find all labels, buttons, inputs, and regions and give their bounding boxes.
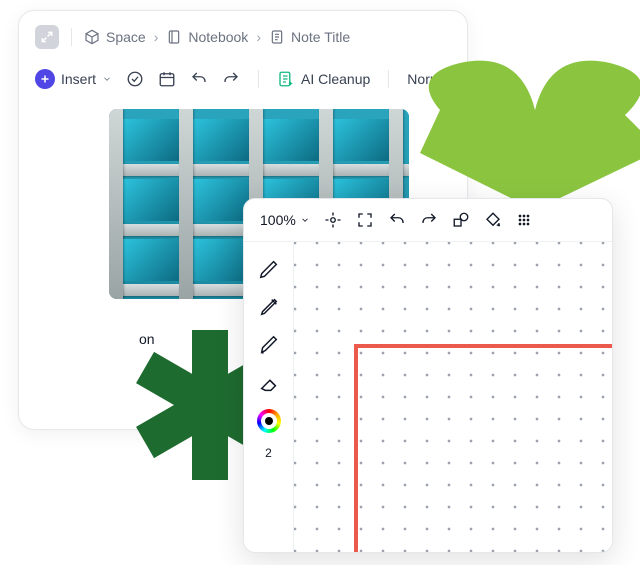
plus-icon <box>35 69 55 89</box>
highlighter-tool[interactable] <box>256 332 282 358</box>
chevron-right-icon: › <box>256 29 261 45</box>
expand-icon[interactable] <box>35 25 59 49</box>
undo-icon[interactable] <box>388 211 406 229</box>
calendar-icon[interactable] <box>158 70 176 88</box>
canvas-body: 2 <box>244 242 612 552</box>
divider <box>71 28 72 46</box>
canvas-window: 100% <box>243 198 613 553</box>
color-picker[interactable] <box>256 408 282 434</box>
undo-icon[interactable] <box>190 70 208 88</box>
pen-tool[interactable] <box>256 256 282 282</box>
center-icon[interactable] <box>324 211 342 229</box>
decorative-leaf-shape <box>400 55 640 215</box>
chevron-down-icon <box>102 74 112 84</box>
stroke-width-indicator[interactable]: 2 <box>265 446 272 460</box>
fill-icon[interactable] <box>484 211 502 229</box>
redo-icon[interactable] <box>420 211 438 229</box>
ai-cleanup-button[interactable]: AI Cleanup <box>277 70 370 88</box>
task-icon[interactable] <box>126 70 144 88</box>
chevron-right-icon: › <box>154 29 159 45</box>
canvas-area[interactable] <box>294 242 612 552</box>
eraser-tool[interactable] <box>256 370 282 396</box>
chevron-down-icon <box>300 215 310 225</box>
breadcrumb-notebook-label: Notebook <box>188 29 248 45</box>
breadcrumb-note[interactable]: Note Title <box>269 29 350 45</box>
breadcrumb-space-label: Space <box>106 29 146 45</box>
insert-button[interactable]: Insert <box>35 69 112 89</box>
canvas-toolbar: 100% <box>244 199 612 242</box>
drawn-rectangle[interactable] <box>354 344 613 553</box>
fullscreen-icon[interactable] <box>356 211 374 229</box>
breadcrumb-notebook[interactable]: Notebook <box>166 29 248 45</box>
divider <box>388 70 389 88</box>
breadcrumb-note-label: Note Title <box>291 29 350 45</box>
redo-icon[interactable] <box>222 70 240 88</box>
insert-label: Insert <box>61 71 96 87</box>
zoom-selector[interactable]: 100% <box>260 212 310 228</box>
tool-rail: 2 <box>244 242 294 552</box>
zoom-value: 100% <box>260 212 296 228</box>
breadcrumb-space[interactable]: Space <box>84 29 146 45</box>
divider <box>258 70 259 88</box>
sparkle-note-icon <box>277 70 295 88</box>
ai-cleanup-label: AI Cleanup <box>301 71 370 87</box>
shapes-icon[interactable] <box>452 211 470 229</box>
drag-grid-icon[interactable] <box>516 212 532 228</box>
brush-tool[interactable] <box>256 294 282 320</box>
